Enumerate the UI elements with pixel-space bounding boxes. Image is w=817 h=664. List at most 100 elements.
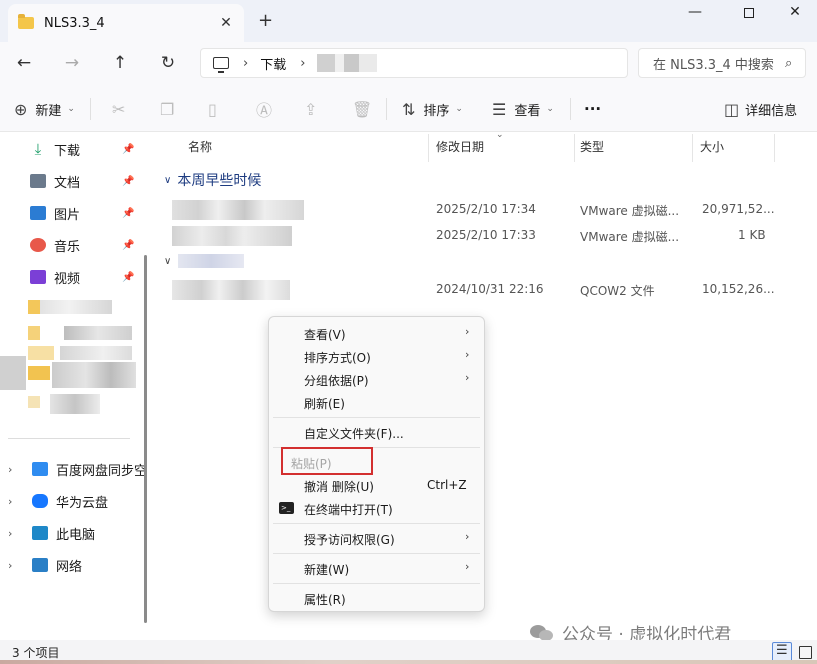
document-icon xyxy=(30,174,46,188)
column-divider[interactable] xyxy=(574,134,575,162)
shortcut-label: Ctrl+Z xyxy=(427,478,467,492)
minimize-button[interactable]: — xyxy=(680,4,710,24)
clipboard-icon: ▯ xyxy=(208,99,217,119)
menu-item-label: 属性(R) xyxy=(304,593,346,607)
back-button[interactable]: ← xyxy=(12,51,36,75)
more-options-button[interactable]: ··· xyxy=(584,98,601,120)
file-type: VMware 虚拟磁... xyxy=(580,230,680,244)
taskbar-strip xyxy=(0,660,817,664)
copy-button[interactable]: ❐ xyxy=(160,98,174,120)
context-menu: 查看(V) › 排序方式(O) › 分组依据(P) › 刷新(E) 自定义文件夹… xyxy=(268,316,485,612)
share-button[interactable]: ⇪ xyxy=(304,98,317,120)
chevron-right-icon[interactable]: › xyxy=(8,463,24,476)
breadcrumb-downloads[interactable]: 下载 xyxy=(260,54,286,73)
sidebar-item-label: 下载 xyxy=(54,143,81,159)
search-input[interactable]: 在 NLS3.3_4 中搜索 xyxy=(653,54,785,73)
forward-button[interactable]: → xyxy=(60,51,84,75)
sidebar-item-label: 百度网盘同步空 xyxy=(56,463,148,479)
details-view-button[interactable] xyxy=(772,642,792,662)
paste-button[interactable]: ▯ xyxy=(208,98,217,120)
sidebar-item-music[interactable]: 音乐 xyxy=(30,234,80,256)
sort-button[interactable]: ⇅ 排序 ⌄ xyxy=(402,98,463,120)
address-row: ← → ↑ ↻ › 下载 › 在 NLS3.3_4 中搜索 ⌕ xyxy=(0,42,817,84)
toolbar-divider xyxy=(90,98,91,120)
chevron-right-icon[interactable]: › xyxy=(8,495,24,508)
column-header-modified[interactable]: 修改日期 xyxy=(436,138,484,155)
chevron-down-icon: ⌄ xyxy=(546,104,554,114)
column-divider[interactable] xyxy=(428,134,429,162)
sidebar-item-huawei[interactable]: › 华为云盘 xyxy=(8,490,108,512)
sidebar-item-downloads[interactable]: ⤓ 下载 xyxy=(30,138,80,160)
table-row[interactable]: 2025/2/10 17:34 VMware 虚拟磁... 20,971,52.… xyxy=(156,198,817,222)
sidebar-item-pictures[interactable]: 图片 xyxy=(30,202,80,224)
menu-item-label: 撤消 删除(U) xyxy=(304,480,374,494)
chevron-right-icon[interactable]: › xyxy=(8,559,24,572)
menu-item-refresh[interactable]: 刷新(E) xyxy=(269,391,484,413)
sidebar-item-label: 视频 xyxy=(54,271,81,287)
plus-circle-icon: ⊕ xyxy=(14,99,28,119)
maximize-button[interactable] xyxy=(734,4,764,24)
menu-divider xyxy=(273,417,480,418)
new-tab-button[interactable]: + xyxy=(258,10,273,31)
sort-label: 排序 xyxy=(423,103,450,119)
sidebar-item-label: 华为云盘 xyxy=(56,495,109,511)
menu-item-group[interactable]: 分组依据(P) › xyxy=(269,368,484,390)
column-header-name[interactable]: 名称 xyxy=(188,138,212,155)
table-row[interactable]: 2024/10/31 22:16 QCOW2 文件 10,152,26... xyxy=(156,278,817,302)
delete-button[interactable]: 🗑 xyxy=(352,98,372,120)
menu-item-properties[interactable]: 属性(R) xyxy=(269,587,484,609)
view-label: 查看 xyxy=(514,103,541,119)
chevron-right-icon[interactable]: › xyxy=(8,527,24,540)
view-button[interactable]: ☰ 查看 ⌄ xyxy=(492,98,554,120)
network-icon xyxy=(32,558,48,572)
sidebar-item-baidu[interactable]: › 百度网盘同步空 xyxy=(8,458,147,480)
terminal-icon: >_ xyxy=(279,502,294,514)
file-list: 名称 修改日期 ⌄ 类型 大小 ∨ 本周早些时候 2025/2/10 17:34… xyxy=(156,130,817,640)
redacted-sidebar-items[interactable] xyxy=(0,300,140,422)
menu-item-undo-delete[interactable]: 撤消 删除(U) Ctrl+Z xyxy=(269,474,484,496)
refresh-button[interactable]: ↻ xyxy=(156,51,180,75)
close-tab-icon[interactable]: ✕ xyxy=(214,15,238,31)
sidebar-scrollbar[interactable] xyxy=(144,255,147,623)
search-box[interactable]: 在 NLS3.3_4 中搜索 ⌕ xyxy=(638,48,806,78)
sidebar-item-label: 音乐 xyxy=(54,239,81,255)
baidu-netdisk-icon xyxy=(32,462,48,476)
column-divider[interactable] xyxy=(692,134,693,162)
breadcrumb-redacted[interactable] xyxy=(317,54,378,72)
address-bar[interactable]: › 下载 › xyxy=(200,48,628,78)
sidebar-item-documents[interactable]: 文档 xyxy=(30,170,80,192)
sidebar-item-videos[interactable]: 视频 xyxy=(30,266,80,288)
menu-item-customize-folder[interactable]: 自定义文件夹(F)... xyxy=(269,421,484,443)
download-icon: ⤓ xyxy=(34,140,42,158)
up-button[interactable]: ↑ xyxy=(108,51,132,75)
new-button[interactable]: ⊕ 新建 ⌄ xyxy=(14,98,75,120)
group-header-label: 本周早些时候 xyxy=(177,173,262,189)
scissors-icon: ✂ xyxy=(112,99,126,119)
menu-item-sort[interactable]: 排序方式(O) › xyxy=(269,345,484,367)
tab-nls[interactable]: NLS3.3_4 ✕ xyxy=(8,4,244,42)
redacted-file-name xyxy=(172,226,292,246)
menu-item-view[interactable]: 查看(V) › xyxy=(269,322,484,344)
menu-item-open-terminal[interactable]: >_ 在终端中打开(T) xyxy=(269,497,484,519)
file-size: 10,152,26... xyxy=(702,282,775,296)
column-divider[interactable] xyxy=(774,134,775,162)
cut-button[interactable]: ✂ xyxy=(112,98,125,120)
sidebar-item-network[interactable]: › 网络 xyxy=(8,554,82,576)
details-pane-button[interactable]: ◫ 详细信息 xyxy=(724,98,797,120)
column-header-type[interactable]: 类型 xyxy=(580,138,604,155)
tiles-view-button[interactable] xyxy=(795,642,815,662)
table-row[interactable]: 2025/2/10 17:33 VMware 虚拟磁... 1 KB xyxy=(156,224,817,248)
sidebar-item-this-pc[interactable]: › 此电脑 xyxy=(8,522,95,544)
close-window-button[interactable]: ✕ xyxy=(780,4,810,24)
sidebar-item-label: 此电脑 xyxy=(56,527,96,543)
menu-divider xyxy=(273,553,480,554)
menu-item-new[interactable]: 新建(W) › xyxy=(269,557,484,579)
chevron-down-icon[interactable]: ∨ xyxy=(164,256,171,267)
search-icon: ⌕ xyxy=(785,55,793,71)
file-size: 20,971,52... xyxy=(702,202,775,216)
pin-icon: 📌 xyxy=(122,240,135,251)
group-header[interactable]: ∨ 本周早些时候 xyxy=(164,170,261,190)
rename-button[interactable]: Ⓐ xyxy=(256,98,272,120)
column-header-size[interactable]: 大小 xyxy=(700,138,724,155)
menu-item-grant-access[interactable]: 授予访问权限(G) › xyxy=(269,527,484,549)
